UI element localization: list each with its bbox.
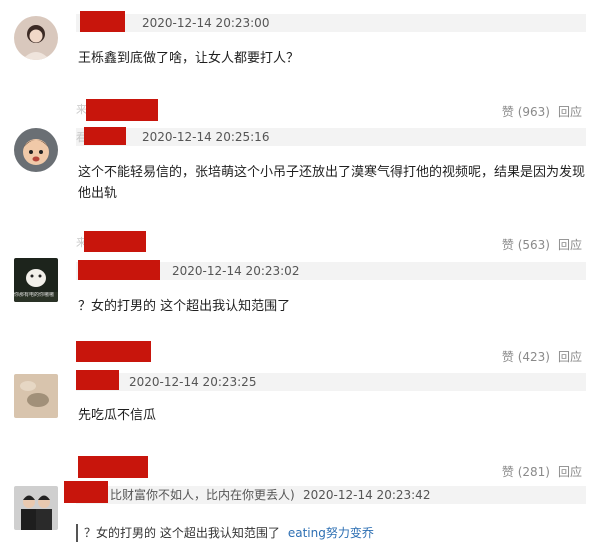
like-button[interactable]: 赞 (563) [502,238,550,252]
reply-button[interactable]: 回应 [558,350,582,364]
redacted-username [80,11,125,32]
redacted-username [86,99,158,121]
comment-actions: 赞 (563) 回应 [502,236,582,253]
like-button[interactable]: 赞 (963) [502,105,550,119]
comment-actions: 赞 (963) 回应 [502,103,582,120]
avatar[interactable] [14,128,58,172]
avatar[interactable] [14,374,58,418]
redacted-username [78,260,160,280]
user-avatar-image [14,128,58,172]
redacted-username [78,456,148,478]
reply-button[interactable]: 回应 [558,105,582,119]
avatar-caption: 你那有电的你嗷嗷 [14,292,55,298]
redacted-username [76,341,151,362]
comment-text: 先吃瓜不信瓜 [78,408,157,423]
user-avatar-image [14,374,58,418]
comment-actions: 赞 (423) 回应 [502,348,582,365]
redacted-username [64,481,108,503]
username-suffix: 比财富你不如人，比内在你更丢人) [110,488,295,502]
comment-timestamp: 2020-12-14 20:23:02 [172,264,300,278]
quoted-comment: ？女的打男的 这个超出我认知范围了 eating努力变乔 [76,524,374,542]
like-button[interactable]: 赞 (423) [502,350,550,364]
avatar[interactable] [14,16,58,60]
comment-actions: 赞 (281) 回应 [502,463,582,480]
user-avatar-image [14,16,58,60]
comment-text: 这个不能轻易信的，张培萌这个小吊子还放出了漠寒气得打他的视频呢，结果是因为发现他… [78,165,586,201]
quoted-user-link[interactable]: eating努力变乔 [288,526,374,540]
comment-timestamp: 2020-12-14 20:23:42 [303,488,431,502]
comment-text: 王栎鑫到底做了啥，让女人都要打人？ [78,51,300,66]
reply-button[interactable]: 回应 [558,465,582,479]
like-button[interactable]: 赞 (281) [502,465,550,479]
comment-timestamp: 2020-12-14 20:25:16 [142,130,270,144]
redacted-username [76,370,119,390]
avatar[interactable] [14,486,58,530]
redacted-username [84,127,126,145]
user-avatar-image [14,486,58,530]
comment-timestamp: 2020-12-14 20:23:25 [129,375,257,389]
comment-timestamp: 2020-12-14 20:23:00 [142,16,270,30]
reply-button[interactable]: 回应 [558,238,582,252]
quoted-text: ？女的打男的 这个超出我认知范围了 [84,526,280,540]
redacted-username [84,231,146,252]
comment-text: ？女的打男的 这个超出我认知范围了 [78,299,291,314]
